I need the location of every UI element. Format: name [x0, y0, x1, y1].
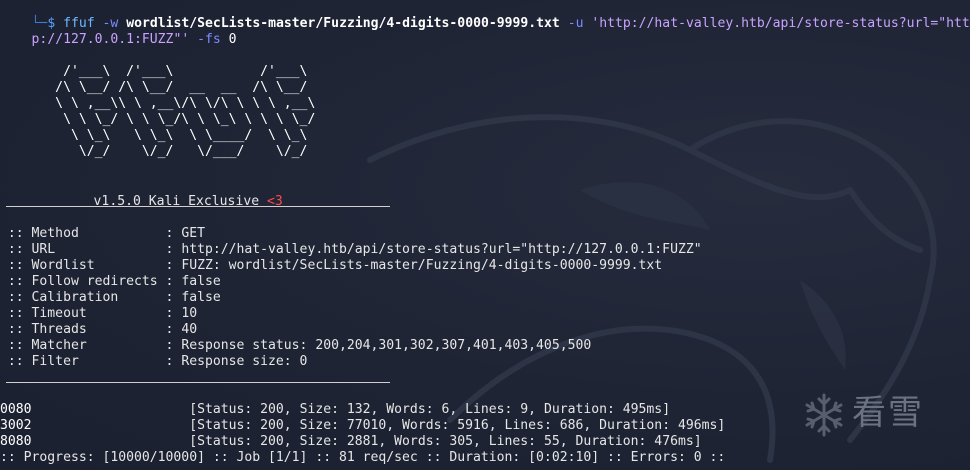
config-value: : Response status: 200,204,301,302,307,4… [165, 338, 592, 353]
result-row: 3002 [Status: 200, Size: 77010, Words: 5… [0, 418, 725, 434]
config-row: :: Threads : 40 [0, 322, 197, 338]
config-value: : false [165, 290, 221, 305]
config-row: :: URL : http://hat-valley.htb/api/store… [0, 242, 702, 258]
config-value: : 40 [165, 322, 198, 337]
config-row: :: Calibration : false [0, 290, 221, 306]
result-word: 8080 [0, 434, 32, 449]
command-url-part1: 'http://hat-valley.htb/api/store-status?… [591, 16, 970, 31]
config-key: :: Timeout [0, 306, 166, 321]
banner-line: /\ \__/ /\ \__/ __ __ /\ \__/ [0, 80, 308, 95]
progress-line: :: Progress: [10000/10000] :: Job [1/1] … [0, 450, 726, 465]
config-value: : GET [165, 226, 205, 241]
config-value: : Response size: 0 [165, 354, 308, 369]
result-detail: [Status: 200, Size: 2881, Words: 305, Li… [31, 434, 702, 449]
banner-line: /'___\ /'___\ /'___\ [0, 64, 308, 79]
config-row: :: Matcher : Response status: 200,204,30… [0, 338, 591, 354]
banner-line: \ \ ,__\\ \ ,__\/\ \/\ \ \ \ ,__\ [0, 96, 316, 111]
result-detail: [Status: 200, Size: 132, Words: 6, Lines… [31, 402, 671, 417]
banner-line: \ \_\ \ \_\ \ \____/ \ \_\ [0, 128, 308, 143]
config-key: :: Follow redirects [0, 274, 166, 289]
command-url-part2: p://127.0.0.1:FUZZ"' [31, 32, 190, 47]
site-logo-text: 看雪 [852, 393, 924, 433]
config-row: :: Timeout : 10 [0, 306, 197, 322]
result-row: 0080 [Status: 200, Size: 132, Words: 6, … [0, 402, 670, 418]
terminal-window[interactable]: └─$ ffuf -w wordlist/SecLists-master/Fuz… [0, 0, 970, 470]
config-key: :: Filter [0, 354, 166, 369]
config-key: :: Threads [0, 322, 166, 337]
config-value: : FUZZ: wordlist/SecLists-master/Fuzzing… [165, 258, 663, 273]
command-fs-value: 0 [228, 32, 237, 47]
version-line: v1.5.0 Kali Exclusive <3 [62, 178, 283, 209]
config-row: :: Wordlist : FUZZ: wordlist/SecLists-ma… [0, 258, 662, 274]
divider-bottom [6, 382, 390, 383]
command-flag-u: -u [567, 16, 584, 31]
config-row: :: Filter : Response size: 0 [0, 354, 308, 370]
command-line-wrap: p://127.0.0.1:FUZZ"' -fs 0 [0, 16, 237, 47]
config-key: :: Method [0, 226, 166, 241]
banner-line: \ \ \_/ \ \ \_/\ \ \_\ \ \ \ \_/ [0, 112, 316, 127]
config-value: : false [165, 274, 221, 289]
result-detail: [Status: 200, Size: 77010, Words: 5916, … [31, 418, 726, 433]
banner-line: \/_/ \/_/ \/___/ \/_/ [0, 144, 308, 159]
config-key: :: Wordlist [0, 258, 166, 273]
config-row: :: Method : GET [0, 226, 205, 242]
config-row: :: Follow redirects : false [0, 274, 221, 290]
result-row: 8080 [Status: 200, Size: 2881, Words: 30… [0, 434, 702, 450]
config-key: :: Matcher [0, 338, 166, 353]
config-key: :: URL [0, 242, 166, 257]
command-line: └─$ ffuf -w wordlist/SecLists-master/Fuz… [0, 0, 970, 31]
result-word: 0080 [0, 402, 32, 417]
config-key: :: Calibration [0, 290, 166, 305]
divider-top [6, 206, 390, 207]
config-value: : http://hat-valley.htb/api/store-status… [165, 242, 702, 257]
result-word: 3002 [0, 418, 32, 433]
config-value: : 10 [165, 306, 198, 321]
command-flag-fs: -fs [197, 32, 221, 47]
